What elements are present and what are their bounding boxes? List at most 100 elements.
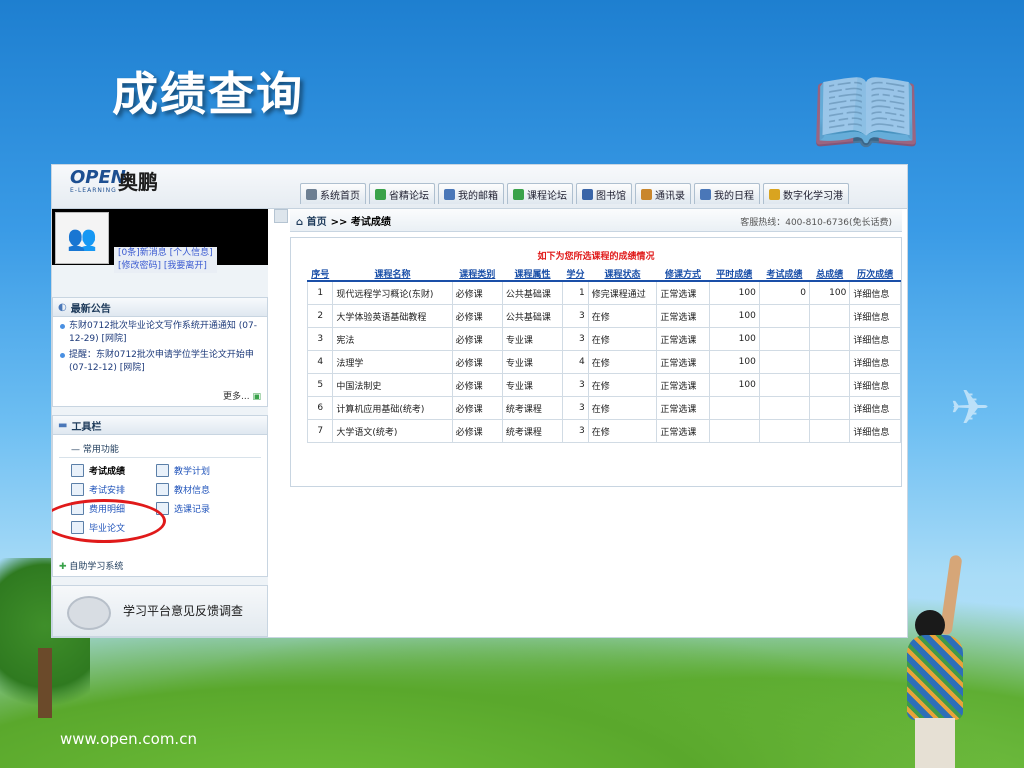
detail-link[interactable]: 详细信息 (849, 350, 901, 374)
table-cell: 正常选课 (656, 327, 710, 351)
collapse-icon: — (71, 445, 80, 455)
hotline: 客服热线：400-810-6736(免长话费) (740, 218, 892, 228)
more-link[interactable]: 更多... ▣ (223, 389, 261, 402)
messages-link[interactable]: [0条]新消息 (118, 248, 167, 258)
table-cell: 在修 (587, 327, 658, 351)
table-row: 7 大学语文(统考) 必修课 统考课程 3 在修 正常选课 详细信息 (306, 419, 901, 443)
toolbar-panel: ▬ 工具栏 — 常用功能 考试成绩 教学计划 考试安排 教材信息 费用明细 选课… (52, 415, 268, 577)
announcement-item[interactable]: 东财0712批次毕业论文写作系统开通通知 (07-12-29) [网院] (53, 317, 267, 346)
table-cell: 专业课 (501, 327, 564, 351)
feedback-banner[interactable]: 学习平台意见反馈调查 (52, 585, 268, 637)
toolbar-title: 工具栏 (71, 421, 102, 433)
self-study-link[interactable]: ✚ 自助学习系统 (59, 559, 123, 572)
table-cell: 统考课程 (501, 396, 564, 420)
personal-info-link[interactable]: [个人信息] (170, 248, 213, 258)
table-cell: 正常选课 (656, 396, 710, 420)
feedback-label: 学习平台意见反馈调查 (123, 604, 244, 618)
table-cell: 大学语文(统考) (332, 419, 453, 443)
announcement-item[interactable]: 提醒：东财0712批次申请学位学生论文开始申 (07-12-12) [网院] (53, 346, 267, 375)
tool-exam-schedule[interactable]: 考试安排 (71, 483, 156, 496)
tab-home[interactable]: 系统首页 (300, 183, 366, 204)
column-header: 课程属性 (502, 266, 563, 282)
table-cell: 必修课 (451, 373, 503, 397)
exam-schedule-icon (71, 483, 84, 496)
exam-score-icon (71, 464, 84, 477)
table-cell (808, 304, 851, 328)
detail-link[interactable]: 详细信息 (849, 373, 901, 397)
detail-link[interactable]: 详细信息 (849, 419, 901, 443)
table-cell: 在修 (587, 304, 658, 328)
common-functions-header[interactable]: — 常用功能 (59, 435, 261, 458)
table-cell (758, 327, 810, 351)
tab-contacts[interactable]: 通讯录 (635, 183, 691, 204)
table-row: 6 计算机应用基础(统考) 必修课 统考课程 3 在修 正常选课 详细信息 (306, 396, 901, 420)
table-cell: 正常选课 (656, 280, 710, 305)
logo-sub: E-LEARNING (70, 187, 117, 194)
table-cell: 3 (562, 396, 589, 420)
table-cell: 必修课 (451, 280, 503, 305)
table-cell (758, 304, 810, 328)
table-row: 4 法理学 必修课 专业课 4 在修 正常选课 100 详细信息 (306, 350, 901, 374)
tab-mail[interactable]: 我的邮箱 (438, 183, 504, 204)
collapse-sidebar-handle[interactable] (274, 209, 288, 223)
table-cell: 4 (562, 350, 589, 374)
tool-textbook[interactable]: 教材信息 (156, 483, 246, 496)
table-cell (808, 373, 851, 397)
tab-forum[interactable]: 省精论坛 (369, 183, 435, 204)
table-cell: 修完课程通过 (587, 280, 658, 305)
table-cell (708, 396, 760, 420)
table-cell: 1 (562, 280, 589, 305)
detail-link[interactable]: 详细信息 (849, 396, 901, 420)
tool-course-record[interactable]: 选课记录 (156, 502, 246, 515)
table-cell: 现代远程学习概论(东财) (332, 280, 453, 305)
table-cell: 在修 (587, 373, 658, 397)
tool-teaching-plan[interactable]: 教学计划 (156, 464, 246, 477)
tab-library[interactable]: 图书馆 (576, 183, 632, 204)
change-password-link[interactable]: [修改密码] (118, 261, 161, 271)
table-cell (808, 419, 851, 443)
main-content: ⌂ 首页 >> 考试成绩 客服热线：400-810-6736(免长话费) 如下为… (274, 209, 907, 637)
table-cell: 3 (562, 304, 589, 328)
table-cell: 正常选课 (656, 350, 710, 374)
table-cell: 中国法制史 (332, 373, 453, 397)
app-screenshot: OPEN 奥鹏 E-LEARNING 系统首页 省精论坛 我的邮箱 课程论坛 图书馆 通讯… (52, 165, 907, 637)
table-cell: 5 (306, 373, 334, 397)
table-cell: 必修课 (451, 419, 503, 443)
toolbar-icon: ▬ (58, 419, 68, 431)
table-cell: 4 (306, 350, 334, 374)
table-cell: 必修课 (451, 396, 503, 420)
table-cell (758, 373, 810, 397)
column-header: 总成绩 (809, 266, 850, 282)
table-cell: 3 (562, 373, 589, 397)
table-cell: 6 (306, 396, 334, 420)
person-illustration (895, 554, 975, 768)
column-header: 学分 (562, 266, 589, 282)
table-cell (808, 350, 851, 374)
teaching-plan-icon (156, 464, 169, 477)
tab-learning-port[interactable]: 数字化学习港 (763, 183, 849, 204)
tab-calendar[interactable]: 我的日程 (694, 183, 760, 204)
tab-course-forum[interactable]: 课程论坛 (507, 183, 573, 204)
table-cell (808, 396, 851, 420)
announcements-title: 最新公告 (70, 303, 111, 315)
table-cell: 100 (708, 280, 760, 305)
table-cell: 100 (708, 350, 760, 374)
table-cell: 2 (306, 304, 334, 328)
slide-title: 成绩查询 (112, 67, 304, 121)
detail-link[interactable]: 详细信息 (849, 280, 901, 305)
table-cell (758, 350, 810, 374)
table-cell: 公共基础课 (501, 280, 564, 305)
breadcrumb-home[interactable]: ⌂ 首页 (296, 213, 327, 228)
table-cell: 统考课程 (501, 419, 564, 443)
detail-link[interactable]: 详细信息 (849, 304, 901, 328)
table-cell: 必修课 (451, 304, 503, 328)
table-row: 3 宪法 必修课 专业课 3 在修 正常选课 100 详细信息 (306, 327, 901, 351)
detail-link[interactable]: 详细信息 (849, 327, 901, 351)
table-row: 5 中国法制史 必修课 专业课 3 在修 正常选课 100 详细信息 (306, 373, 901, 397)
logout-link[interactable]: [我要离开] (164, 261, 207, 271)
tool-exam-score[interactable]: 考试成绩 (71, 464, 156, 477)
table-cell: 100 (808, 280, 851, 305)
column-header: 序号 (307, 266, 333, 282)
table-cell: 7 (306, 419, 334, 443)
user-links: [0条]新消息 [个人信息] [修改密码] [我要离开] (114, 247, 217, 273)
